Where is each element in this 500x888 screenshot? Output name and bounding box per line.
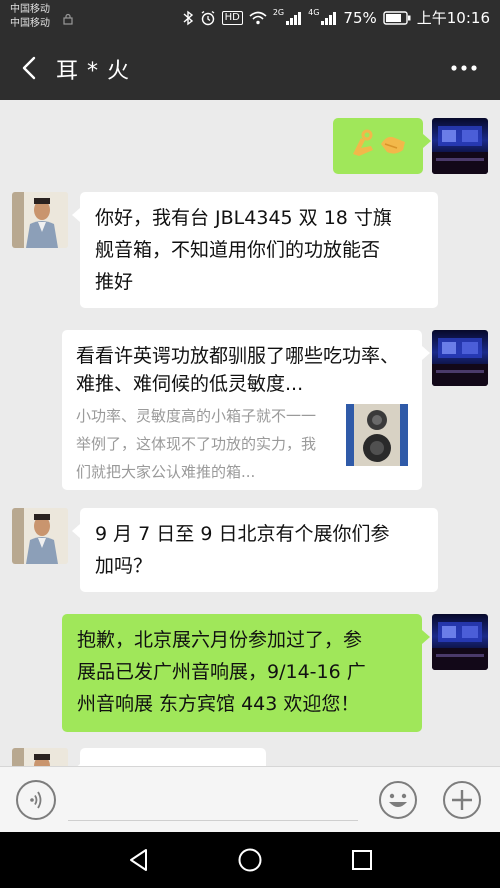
contact-photo: [12, 192, 68, 248]
hd-badge: HD: [221, 10, 243, 25]
signal-icon-1: [286, 11, 302, 25]
avatar-contact[interactable]: [12, 508, 68, 564]
message-line: 舰音箱，不知道用你们的功放能否: [95, 239, 381, 261]
chat-header: 耳 * 火: [0, 36, 500, 100]
message-input[interactable]: [68, 820, 358, 821]
nav-back-icon[interactable]: [126, 847, 152, 873]
system-navigation-bar: [0, 832, 500, 888]
clock: 上午10:16: [416, 9, 490, 27]
message-line: 州音响展 东方宾馆 443 欢迎您！: [77, 693, 360, 715]
message-line: 你好，我有台 JBL4345 双 18 寸旗: [95, 207, 392, 229]
message-bubble-incoming[interactable]: 你好，我有台 JBL4345 双 18 寸旗 舰音箱，不知道用你们的功放能否 推…: [72, 192, 438, 308]
carrier-1: 中国移动: [10, 4, 50, 15]
wifi-icon: [249, 11, 267, 24]
message-line: 9 月 7 日至 9 日北京有个展你们参: [95, 523, 390, 545]
more-dots-icon[interactable]: [450, 64, 478, 72]
back-arrow-icon[interactable]: [16, 54, 44, 82]
signal-icon-2: [321, 11, 337, 25]
message-bubble-incoming-partial[interactable]: [72, 748, 266, 766]
carrier-info: 中国移动 中国移动: [10, 3, 50, 31]
message-bubble-emoji[interactable]: [333, 118, 431, 174]
message-line: 抱歉，北京展六月份参加过了，参: [77, 629, 363, 651]
stage-photo: [432, 622, 488, 670]
message-list[interactable]: 你好，我有台 JBL4345 双 18 寸旗 舰音箱，不知道用你们的功放能否 推…: [0, 100, 500, 766]
lock-icon: [63, 13, 73, 25]
ok-hand-and-handshake-icon: [353, 129, 405, 156]
avatar-self[interactable]: [432, 118, 488, 174]
carrier-2: 中国移动: [10, 18, 50, 29]
plus-icon[interactable]: [442, 780, 482, 820]
stage-photo: [432, 126, 488, 174]
network-label-2: 4G: [308, 8, 320, 17]
link-card-description: 小功率、灵敏度高的小箱子就不一一举例了，这体现不了功放的实力，我们就把大家公认难…: [76, 407, 317, 481]
avatar-contact[interactable]: [12, 192, 68, 248]
link-card-title: 看看许英谔功放都驯服了哪些吃功率、难推、难伺候的低灵敏度...: [76, 345, 400, 395]
contact-photo: [12, 748, 68, 766]
message-line: 展品已发广州音响展，9/14-16 广: [77, 661, 366, 683]
contact-photo: [12, 508, 68, 564]
speaker-thumbnail: [346, 404, 408, 466]
avatar-self[interactable]: [432, 330, 488, 386]
alarm-icon: [201, 10, 215, 25]
avatar-contact[interactable]: [12, 748, 68, 766]
message-line: 加吗？: [95, 555, 153, 577]
message-bubble-outgoing[interactable]: 抱歉，北京展六月份参加过了，参 展品已发广州音响展，9/14-16 广 州音响展…: [62, 614, 430, 732]
page-title: 耳 * 火: [56, 59, 130, 84]
message-line: 推好: [95, 271, 134, 293]
nav-home-icon[interactable]: [237, 847, 263, 873]
status-bar: 中国移动 中国移动 HD 2G 4G 75% 上午10:16: [0, 0, 500, 36]
bluetooth-icon: [183, 10, 193, 25]
battery-icon: [383, 10, 411, 25]
avatar-self[interactable]: [432, 614, 488, 670]
voice-input-icon[interactable]: [16, 780, 56, 820]
stage-photo: [432, 338, 488, 386]
message-bubble-incoming[interactable]: 9 月 7 日至 9 日北京有个展你们参 加吗？: [72, 508, 438, 592]
nav-recent-apps-icon[interactable]: [350, 848, 374, 872]
link-card[interactable]: 看看许英谔功放都驯服了哪些吃功率、难推、难伺候的低灵敏度... 小功率、灵敏度高…: [62, 330, 430, 490]
input-bar: [0, 766, 500, 832]
battery-percent: 75%: [343, 8, 377, 27]
network-label-1: 2G: [272, 8, 285, 17]
emoji-icon[interactable]: [378, 780, 418, 820]
